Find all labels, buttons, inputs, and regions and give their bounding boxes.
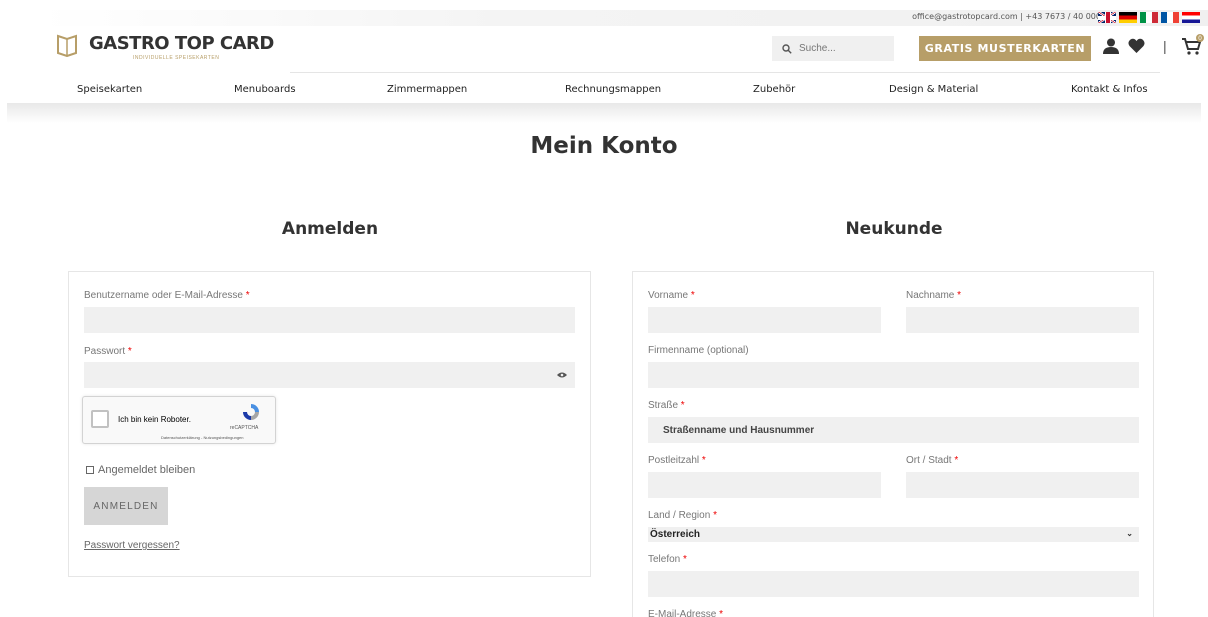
fr-flag-icon[interactable]	[1161, 12, 1179, 23]
phone-label: Telefon *	[648, 554, 687, 565]
password-label: Passwort *	[84, 346, 132, 357]
login-button[interactable]: ANMELDEN	[84, 487, 168, 525]
page-title: Mein Konto	[530, 133, 678, 159]
forgot-password-link[interactable]: Passwort vergessen?	[84, 540, 180, 551]
lastname-input[interactable]	[906, 307, 1139, 333]
company-input[interactable]	[648, 362, 1139, 388]
city-label: Ort / Stadt *	[906, 455, 959, 466]
remember-me-box[interactable]	[86, 466, 94, 474]
language-switcher	[1098, 12, 1200, 23]
company-label: Firmenname (optional)	[648, 345, 749, 356]
user-icon[interactable]	[1103, 38, 1119, 54]
recaptcha-checkbox[interactable]	[91, 410, 109, 428]
nav-item-rechnungsmappen[interactable]: Rechnungsmappen	[565, 84, 661, 95]
cart-icon[interactable]: 0	[1181, 34, 1205, 56]
remember-me-checkbox[interactable]: Angemeldet bleiben	[86, 464, 195, 476]
phone-input[interactable]	[648, 571, 1139, 597]
de-flag-icon[interactable]	[1119, 12, 1137, 23]
header-divider	[290, 72, 1160, 73]
heart-icon[interactable]	[1128, 38, 1145, 54]
recaptcha-label: Ich bin kein Roboter.	[118, 415, 191, 424]
header-separator: |	[1163, 38, 1167, 54]
cart-count: 0	[1198, 35, 1202, 42]
main-nav: Speisekarten Menuboards Zimmermappen Rec…	[0, 84, 1208, 100]
lastname-label: Nachname *	[906, 290, 962, 301]
logo-text: GASTRO TOP CARD	[89, 33, 274, 54]
username-label: Benutzername oder E-Mail-Adresse *	[84, 290, 250, 301]
contact-info[interactable]: office@gastrotopcard.com | +43 7673 / 40…	[912, 12, 1101, 21]
recaptcha-brand: reCAPTCHA	[230, 425, 259, 431]
nav-item-kontakt-infos[interactable]: Kontakt & Infos	[1071, 84, 1148, 95]
remember-me-label: Angemeldet bleiben	[98, 464, 196, 476]
recaptcha-logo-icon	[243, 404, 259, 420]
nav-item-speisekarten[interactable]: Speisekarten	[77, 84, 142, 95]
zip-input[interactable]	[648, 472, 881, 498]
country-label: Land / Region *	[648, 510, 717, 521]
country-value: Österreich	[650, 529, 701, 540]
search-icon	[782, 43, 792, 54]
it-flag-icon[interactable]	[1140, 12, 1158, 23]
chevron-down-icon: ⌄	[1126, 529, 1133, 538]
recaptcha-widget: Ich bin kein Roboter. reCAPTCHA Datensch…	[82, 396, 276, 444]
logo-book-icon	[57, 34, 77, 57]
email-label: E-Mail-Adresse *	[648, 609, 724, 617]
search-input[interactable]: Suche...	[772, 36, 894, 61]
city-input[interactable]	[906, 472, 1139, 498]
firstname-label: Vorname *	[648, 290, 695, 301]
nav-item-zimmermappen[interactable]: Zimmermappen	[387, 84, 467, 95]
search-placeholder: Suche...	[799, 43, 836, 54]
street-input[interactable]: Straßenname und Hausnummer	[648, 417, 1139, 443]
site-logo[interactable]: GASTRO TOP CARD INDIVIDUELLE SPEISEKARTE…	[55, 33, 274, 61]
password-input[interactable]	[84, 362, 575, 388]
uk-flag-icon[interactable]	[1098, 12, 1116, 23]
username-input[interactable]	[84, 307, 575, 333]
register-heading: Neukunde	[845, 219, 943, 239]
street-label: Straße *	[648, 400, 685, 411]
login-heading: Anmelden	[281, 219, 379, 239]
nav-shadow	[7, 103, 1201, 123]
zip-label: Postleitzahl *	[648, 455, 706, 466]
logo-tagline: INDIVIDUELLE SPEISEKARTEN	[133, 55, 220, 61]
nav-item-zubehoer[interactable]: Zubehör	[753, 84, 795, 95]
show-password-icon[interactable]	[557, 372, 567, 378]
firstname-input[interactable]	[648, 307, 881, 333]
country-select[interactable]: Österreich ⌄	[648, 527, 1139, 542]
recaptcha-links[interactable]: Datenschutzerklärung - Nutzungsbedingung…	[161, 435, 244, 440]
nav-item-design-material[interactable]: Design & Material	[889, 84, 978, 95]
hr-flag-icon[interactable]	[1182, 12, 1200, 23]
free-samples-button[interactable]: GRATIS MUSTERKARTEN	[919, 36, 1091, 61]
nav-item-menuboards[interactable]: Menuboards	[234, 84, 296, 95]
